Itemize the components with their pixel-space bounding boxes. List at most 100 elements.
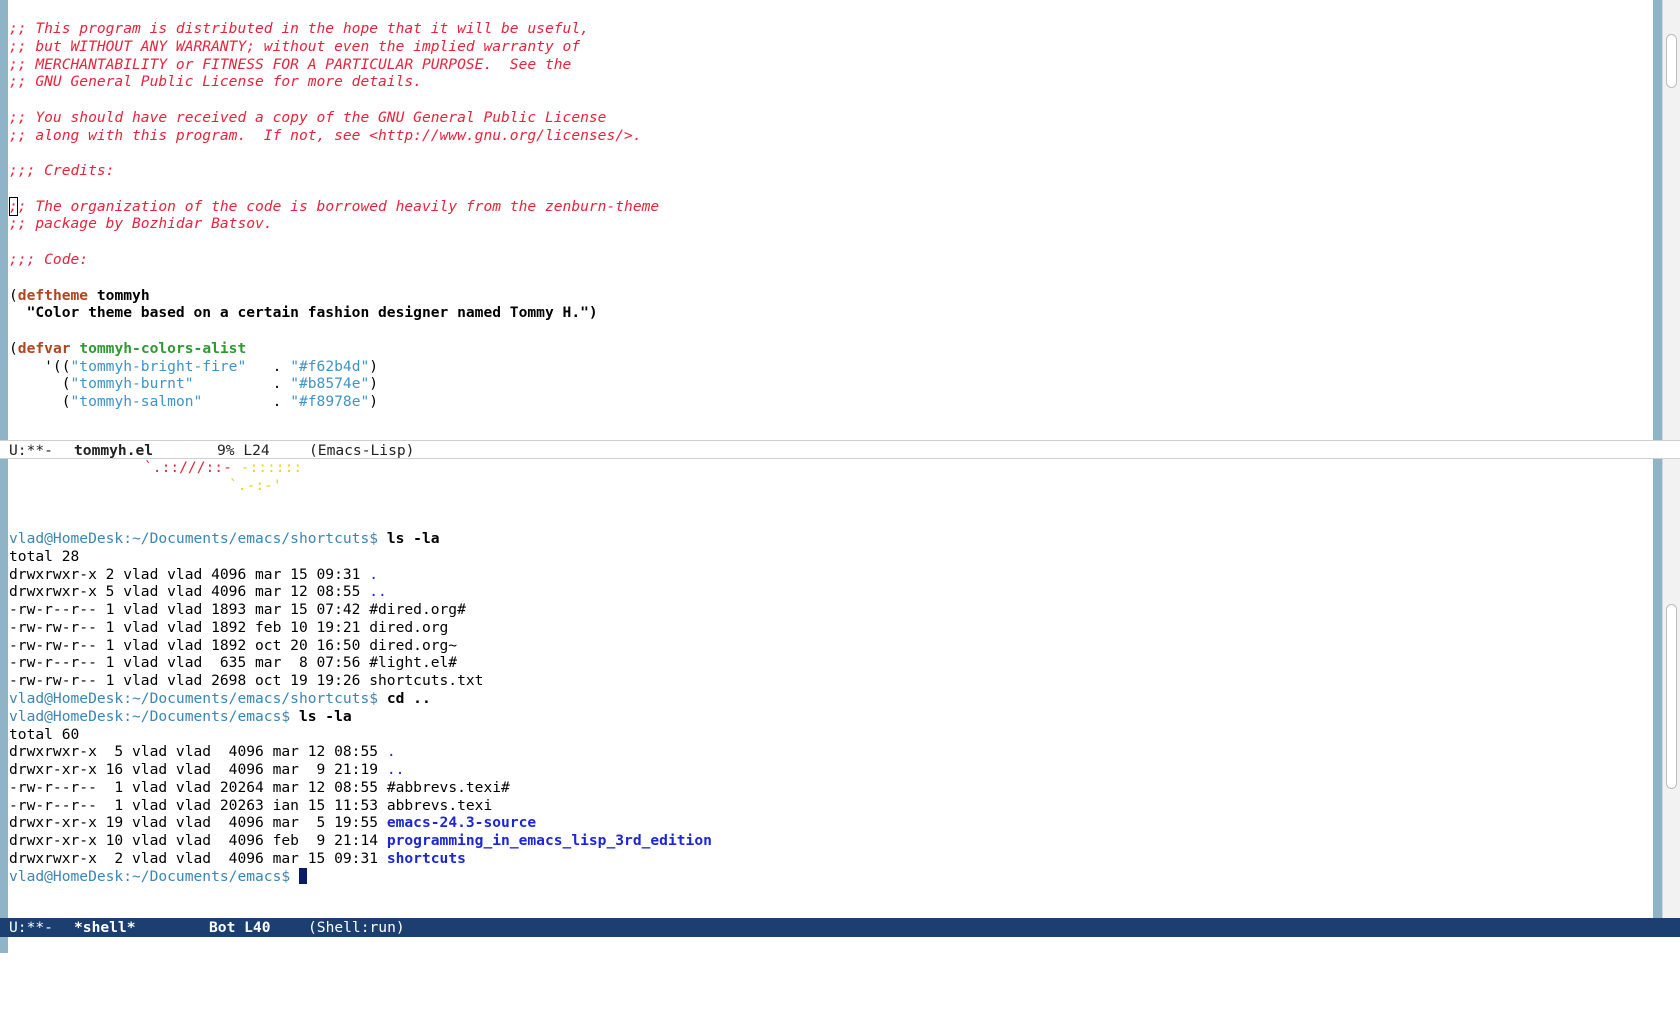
list-prefix: ( bbox=[9, 393, 71, 410]
code-line: ;; GNU General Public License for more d… bbox=[9, 72, 422, 91]
keyword-deftheme: deftheme bbox=[17, 287, 89, 304]
close-paren: ) bbox=[369, 393, 379, 410]
listing-row: -rw-rw-r-- 1 vlad vlad 1892 feb 10 19:21… bbox=[9, 618, 448, 637]
shell-prompt: vlad@HomeDesk:~/Documents/emacs/shortcut… bbox=[9, 530, 387, 547]
listing-meta: drwxrwxr-x 2 vlad vlad 4096 mar 15 09:31 bbox=[9, 850, 387, 867]
bottom-window-scrollbar[interactable] bbox=[1662, 459, 1680, 937]
shell-command: ls -la bbox=[386, 530, 440, 547]
shell-command: cd .. bbox=[386, 690, 431, 707]
listing-filename: . bbox=[386, 743, 396, 760]
listing-row: drwxr-xr-x 16 vlad vlad 4096 mar 9 21:19… bbox=[9, 760, 404, 779]
listing-row: -rw-r--r-- 1 vlad vlad 20264 mar 12 08:5… bbox=[9, 778, 510, 797]
color-name-string: "tommyh-bright-fire" bbox=[70, 358, 247, 375]
comment-text: ;; package by Bozhidar Batsov. bbox=[9, 215, 273, 232]
shell-buffer[interactable]: `.::///::- -:::::: `.-:-'vlad@HomeDesk:~/… bbox=[8, 459, 1653, 937]
listing-meta: -rw-r--r-- 1 vlad vlad 635 mar 8 07:56 bbox=[9, 654, 370, 671]
comment-text: ;; MERCHANTABILITY or FITNESS FOR A PART… bbox=[9, 56, 572, 73]
listing-row: drwxr-xr-x 10 vlad vlad 4096 feb 9 21:14… bbox=[9, 831, 712, 850]
listing-filename[interactable]: programming_in_emacs_lisp_3rd_edition bbox=[387, 832, 712, 849]
top-modeline-mode[interactable]: (Emacs-Lisp) bbox=[309, 441, 414, 460]
bottom-mode-line[interactable]: U:**- *shell* Bot L40 (Shell:run) bbox=[0, 918, 1680, 937]
ascii-art-red: `.::///::- bbox=[144, 459, 241, 476]
top-modeline-position: 9% L24 bbox=[217, 442, 270, 459]
code-line: "Color theme based on a certain fashion … bbox=[9, 303, 598, 322]
listing-filename: #abbrevs.texi# bbox=[386, 779, 510, 796]
listing-meta: -rw-rw-r-- 1 vlad vlad 2698 oct 19 19:26 bbox=[9, 672, 370, 689]
top-modeline-status: U:**- bbox=[9, 442, 53, 459]
cons-dot: . bbox=[246, 358, 291, 375]
code-line: ;; along with this program. If not, see … bbox=[9, 126, 642, 145]
top-mode-line[interactable]: U:**- tommyh.el 9% L24 (Emacs-Lisp) bbox=[0, 440, 1680, 459]
shell-prompt: vlad@HomeDesk:~/Documents/emacs$ bbox=[9, 708, 299, 725]
listing-row: -rw-r--r-- 1 vlad vlad 635 mar 8 07:56 #… bbox=[9, 653, 457, 672]
comment-text: ;; but WITHOUT ANY WARRANTY; without eve… bbox=[9, 38, 581, 55]
listing-meta: -rw-r--r-- 1 vlad vlad 20263 ian 15 11:5… bbox=[9, 797, 387, 814]
ascii-art-yellow: `.-:-' bbox=[229, 477, 282, 494]
listing-filename[interactable]: emacs-24.3-source bbox=[387, 814, 536, 831]
list-prefix: '(( bbox=[9, 358, 71, 375]
listing-filename[interactable]: shortcuts bbox=[387, 850, 466, 867]
emacs-frame: ;; This program is distributed in the ho… bbox=[0, 0, 1680, 964]
bottom-scrollbar-thumb[interactable] bbox=[1666, 604, 1677, 789]
code-line: (defvar tommyh-colors-alist bbox=[9, 339, 246, 358]
listing-filename: dired.org bbox=[369, 619, 449, 636]
comment-text: ;;; Credits: bbox=[9, 162, 115, 179]
shell-output: total 60 bbox=[9, 726, 80, 743]
listing-filename: . bbox=[369, 566, 379, 583]
top-right-fringe bbox=[1653, 0, 1662, 440]
top-window-scrollbar[interactable] bbox=[1662, 0, 1680, 440]
listing-row: -rw-r--r-- 1 vlad vlad 1893 mar 15 07:42… bbox=[9, 600, 466, 619]
shell-cursor[interactable] bbox=[298, 868, 307, 884]
listing-meta: drwxr-xr-x 10 vlad vlad 4096 feb 9 21:14 bbox=[9, 832, 387, 849]
keyword-defvar: defvar bbox=[17, 340, 71, 357]
ascii-art-line: `.::///::- -:::::: bbox=[144, 459, 302, 477]
listing-row: -rw-rw-r-- 1 vlad vlad 2698 oct 19 19:26… bbox=[9, 671, 483, 690]
ascii-art-yellow: -:::::: bbox=[240, 459, 303, 476]
shell-prompt: vlad@HomeDesk:~/Documents/emacs/shortcut… bbox=[9, 690, 387, 707]
top-scrollbar-thumb[interactable] bbox=[1666, 34, 1677, 88]
listing-meta: drwxrwxr-x 5 vlad vlad 4096 mar 12 08:55 bbox=[9, 583, 370, 600]
color-value-string: "#f8978e" bbox=[290, 393, 370, 410]
shell-prompt-line: vlad@HomeDesk:~/Documents/emacs/shortcut… bbox=[9, 689, 431, 708]
top-left-fringe bbox=[0, 0, 8, 440]
listing-meta: drwxr-xr-x 19 vlad vlad 4096 mar 5 19:55 bbox=[9, 814, 387, 831]
code-line: ;; You should have received a copy of th… bbox=[9, 108, 606, 127]
listing-row: drwxrwxr-x 2 vlad vlad 4096 mar 15 09:31… bbox=[9, 849, 466, 868]
bottom-modeline-buffer-name[interactable]: *shell* bbox=[74, 918, 136, 937]
shell-command: ls -la bbox=[298, 708, 352, 725]
code-line: ;;; Credits: bbox=[9, 161, 114, 180]
shell-line: total 28 bbox=[9, 547, 79, 566]
shell-prompt-line: vlad@HomeDesk:~/Documents/emacs/shortcut… bbox=[9, 529, 440, 548]
bottom-modeline-mode[interactable]: (Shell:run) bbox=[308, 918, 405, 937]
comment-text: ;;; Code: bbox=[9, 251, 89, 268]
shell-prompt: vlad@HomeDesk:~/Documents/emacs$ bbox=[9, 868, 299, 885]
code-line: ("tommyh-burnt" . "#b8574e") bbox=[9, 374, 378, 393]
open-paren: ( bbox=[9, 340, 18, 357]
shell-output: total 28 bbox=[9, 548, 80, 565]
listing-filename: #light.el# bbox=[369, 654, 458, 671]
listing-row: drwxr-xr-x 19 vlad vlad 4096 mar 5 19:55… bbox=[9, 813, 536, 832]
listing-meta: -rw-r--r-- 1 vlad vlad 20264 mar 12 08:5… bbox=[9, 779, 387, 796]
listing-meta: -rw-rw-r-- 1 vlad vlad 1892 oct 20 16:50 bbox=[9, 637, 370, 654]
listing-meta: drwxr-xr-x 16 vlad vlad 4096 mar 9 21:19 bbox=[9, 761, 387, 778]
listing-meta: -rw-r--r-- 1 vlad vlad 1893 mar 15 07:42 bbox=[9, 601, 370, 618]
comment-text: ;; You should have received a copy of th… bbox=[9, 109, 607, 126]
symbol-name: tommyh-colors-alist bbox=[79, 340, 247, 357]
tommyh-el-buffer[interactable]: ;; This program is distributed in the ho… bbox=[8, 0, 1653, 440]
bottom-modeline-position: Bot L40 bbox=[209, 919, 271, 936]
cons-dot: . bbox=[193, 375, 291, 392]
color-value-string: "#f62b4d" bbox=[290, 358, 370, 375]
shell-prompt-line: vlad@HomeDesk:~/Documents/emacs$ bbox=[9, 867, 307, 886]
top-modeline-buffer-name[interactable]: tommyh.el bbox=[74, 441, 153, 460]
bottom-modeline-status: U:**- bbox=[9, 919, 53, 936]
color-name-string: "tommyh-burnt" bbox=[70, 375, 194, 392]
listing-filename: #dired.org# bbox=[369, 601, 466, 618]
code-line: ;; package by Bozhidar Batsov. bbox=[9, 214, 273, 233]
close-paren: ) bbox=[369, 358, 379, 375]
comment-text: ;; along with this program. If not, see … bbox=[9, 127, 642, 144]
comment-text: ;; This program is distributed in the ho… bbox=[9, 20, 589, 37]
listing-filename: abbrevs.texi bbox=[386, 797, 493, 814]
ascii-art-line: `.-:-' bbox=[229, 476, 282, 495]
listing-filename: .. bbox=[369, 583, 387, 600]
open-paren: ( bbox=[9, 287, 18, 304]
